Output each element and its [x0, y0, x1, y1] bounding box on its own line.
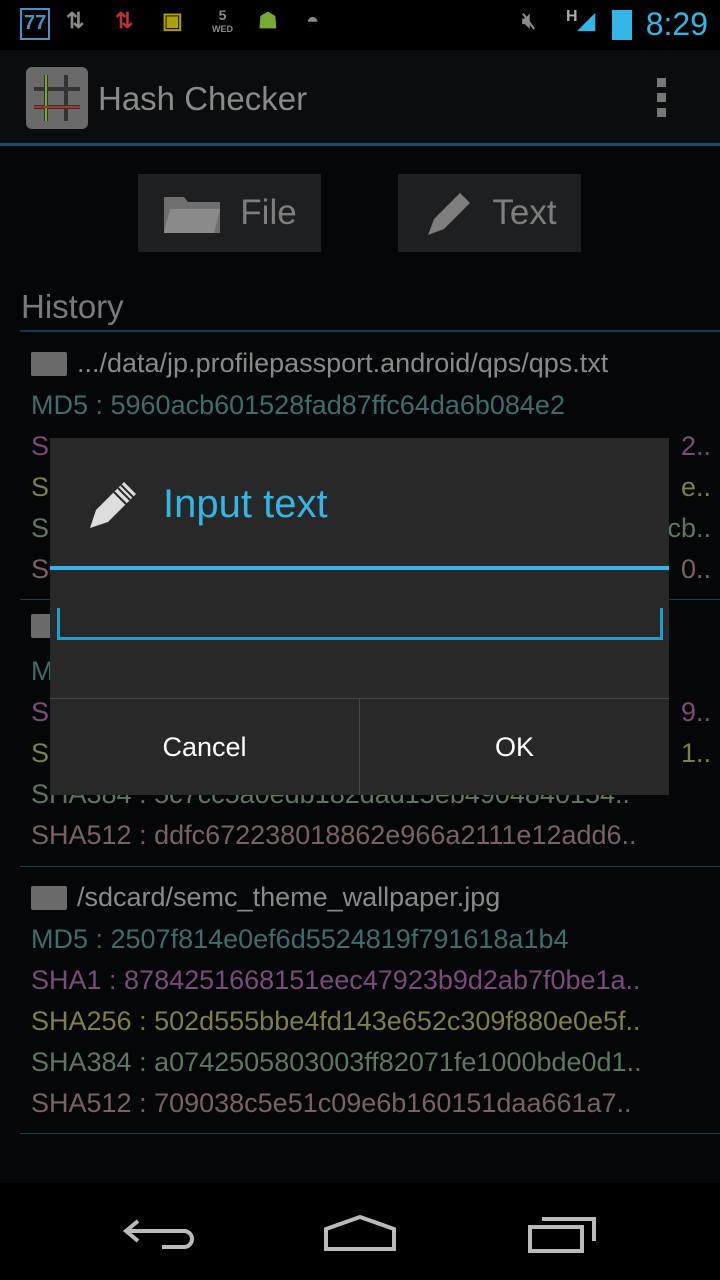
sync-icon: ⇅ [66, 8, 85, 33]
file-button-label: File [240, 193, 297, 232]
signal-icon: ◢ [578, 8, 595, 33]
path-text: /sdcard/semc_theme_wallpaper.jpg [77, 882, 501, 912]
cancel-button[interactable]: Cancel [50, 699, 359, 795]
sha384-prefix: S [31, 513, 50, 543]
sha512-row: SHA512 : ddfc672238018862e966a2111e12add… [31, 820, 637, 850]
history-entry-path[interactable]: /sdcard/semc_theme_wallpaper.jpg [31, 882, 711, 913]
folder-icon [164, 197, 221, 233]
sha1-prefix: S [31, 697, 50, 727]
action-bar-divider [0, 143, 720, 146]
app-title: Hash Checker [98, 80, 308, 117]
sha1-prefix: S [31, 431, 50, 461]
sha256-row: SHA256 : 502d555bbe4fd143e652c309f880e0e… [31, 1006, 641, 1036]
history-entry-path[interactable]: .../data/jp.profilepassport.android/qps/… [31, 348, 711, 379]
md5-row: MD5 : 2507f814e0ef6d5524819f791618a1b4 [31, 924, 569, 954]
sha1-suffix: 2.. [680, 431, 711, 461]
text-button-label: Text [492, 193, 557, 232]
sha384-row: SHA384 : a0742505803003ff82071fe1000bde0… [31, 1047, 642, 1077]
calendar-icon: 5 WED [212, 8, 233, 40]
mute-icon: 🔇︎ [522, 8, 536, 33]
folder-icon [31, 885, 67, 910]
status-bar: 77 ⇅ ⇅ ▣ 5 WED ☗ ◓ 🔇︎ H ◢ 8:29 [0, 0, 720, 50]
file-button[interactable]: File [138, 174, 321, 252]
dialog-title-divider [50, 566, 669, 570]
history-divider [20, 330, 720, 332]
navigation-bar [0, 1183, 720, 1280]
sha512-prefix: S [31, 554, 50, 584]
battery-icon [612, 10, 632, 40]
sim-icon: ▣ [162, 8, 183, 33]
calendar-day: 5 [218, 7, 227, 23]
network-type: H [566, 8, 578, 25]
sha512-suffix: 0.. [680, 554, 711, 584]
sha256-prefix: S [31, 472, 50, 502]
text-input[interactable] [57, 608, 663, 640]
ok-button[interactable]: OK [360, 699, 669, 795]
clock: 8:29 [645, 6, 708, 42]
android-head-icon: ◓ [306, 8, 320, 33]
text-button[interactable]: Text [398, 174, 581, 252]
entry-divider [20, 866, 720, 867]
calendar-weekday: WED [212, 24, 233, 34]
entry-divider [20, 1133, 720, 1134]
sha256-suffix: 1.. [680, 738, 711, 768]
pencil-icon [428, 193, 471, 235]
pencil-icon [90, 482, 136, 528]
history-heading: History [21, 288, 124, 325]
overflow-menu-icon[interactable] [657, 78, 667, 120]
sha1-row: SHA1 : 8784251668151eec47923b9d2ab7f0be1… [31, 965, 641, 995]
android-icon: ☗ [258, 8, 278, 33]
dialog-title: Input text [163, 482, 328, 526]
home-icon[interactable] [322, 1213, 398, 1253]
sha512-row: SHA512 : 709038c5e51c09e6b160151daa661a7… [31, 1088, 632, 1118]
sha384-suffix: cb.. [667, 513, 711, 543]
input-text-dialog: Input text Cancel OK [50, 438, 669, 795]
sha256-prefix: S [31, 738, 50, 768]
md5-row: MD5 : 5960acb601528fad87ffc64da6b084e2 [31, 390, 565, 420]
sha1-suffix: 9.. [680, 697, 711, 727]
back-icon[interactable] [122, 1213, 196, 1253]
notification-badge: 77 [20, 8, 51, 40]
path-text: .../data/jp.profilepassport.android/qps/… [77, 348, 609, 378]
data-updown-icon: ⇅ [115, 8, 134, 33]
app-logo[interactable] [26, 67, 88, 129]
recent-apps-icon[interactable] [526, 1211, 598, 1255]
folder-icon [31, 351, 67, 376]
sha256-suffix: e.. [680, 472, 711, 502]
